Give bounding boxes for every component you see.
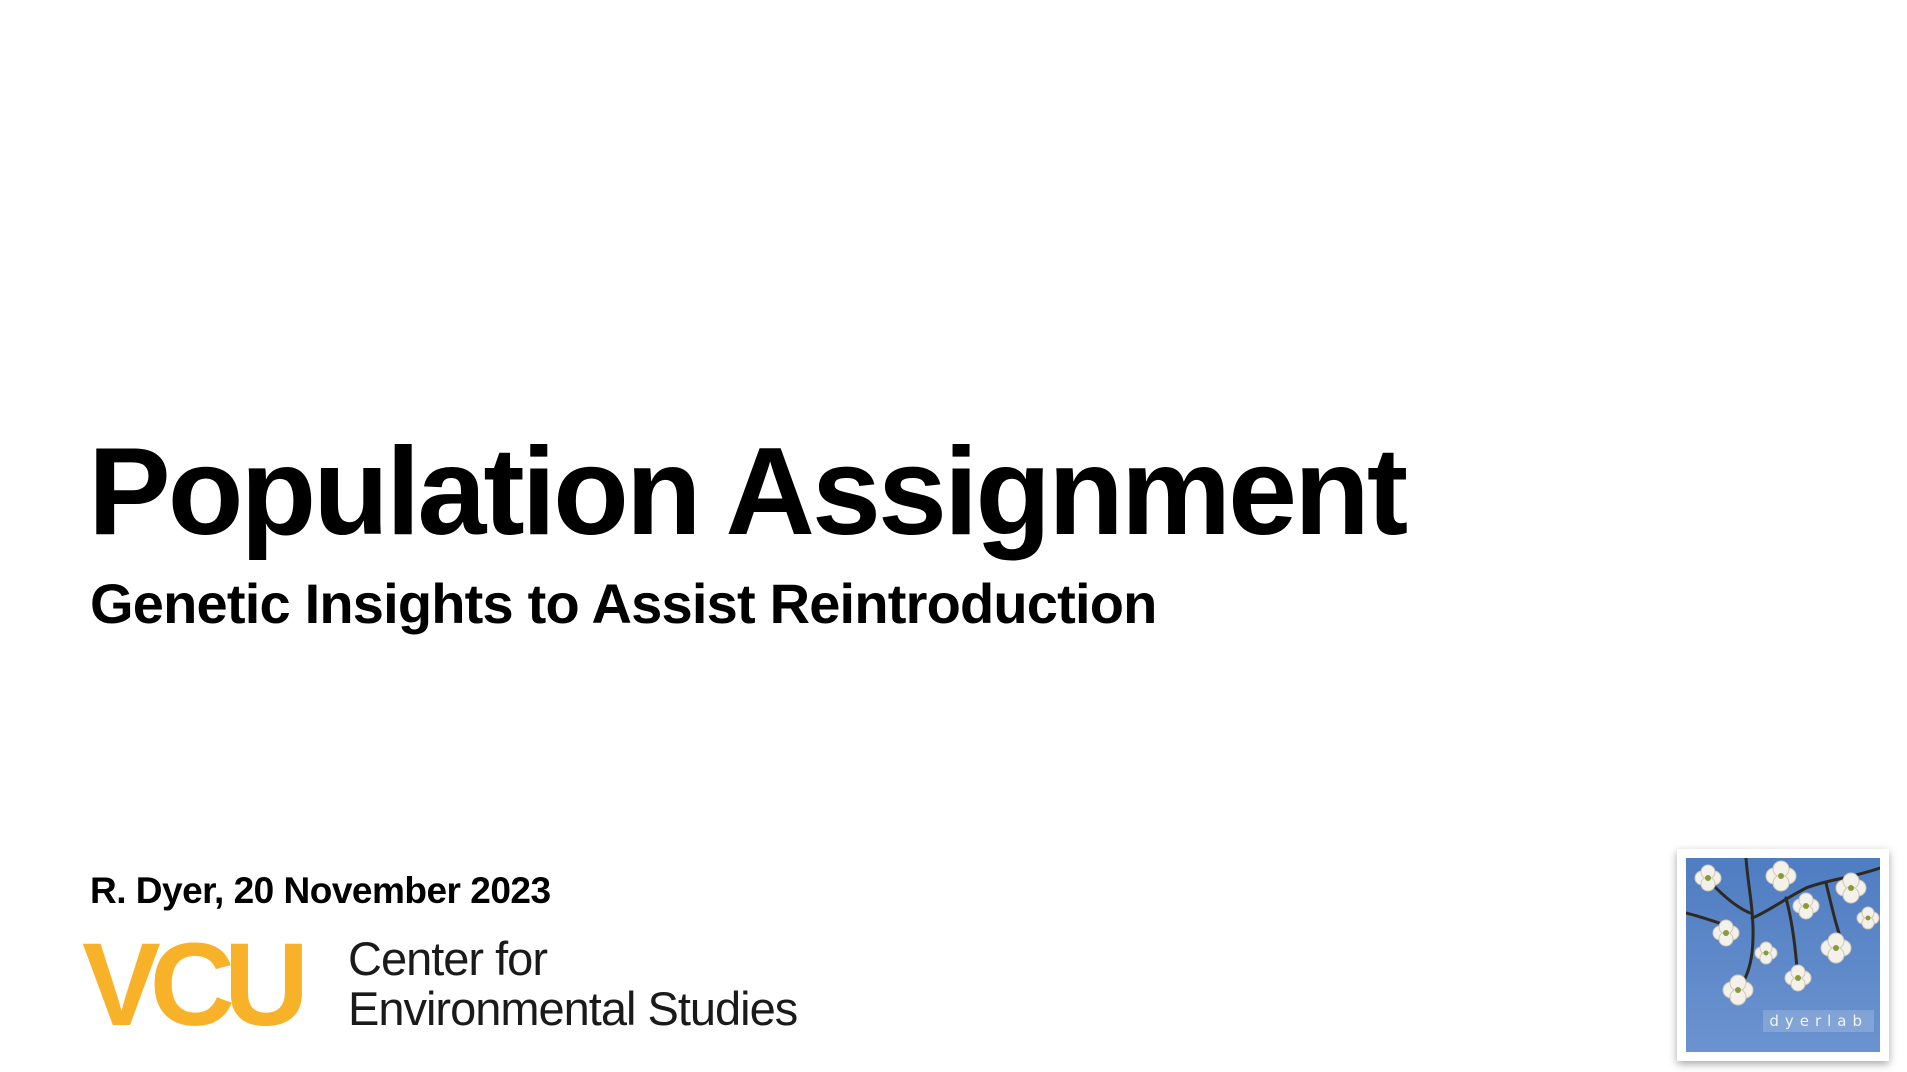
dogwood-photo: dyerlab [1686,858,1880,1052]
logo-wordmark: Center for Environmental Studies [348,932,798,1035]
logo-line-1: Center for [348,932,548,985]
author-date-line: R. Dyer, 20 November 2023 [90,870,551,911]
title-slide: Population Assignment Genetic Insights t… [0,0,1907,1072]
dyerlab-badge: dyerlab [1677,849,1889,1061]
vcu-logo-mark: VCU [82,919,309,1051]
dyerlab-caption: dyerlab [1763,1010,1874,1032]
slide-subtitle: Genetic Insights to Assist Reintroductio… [90,572,1157,635]
logo-line-2: Environmental Studies [348,982,798,1035]
vcu-ces-logo: VCU Center for Environmental Studies [82,926,802,1044]
slide-title: Population Assignment [88,423,1408,561]
